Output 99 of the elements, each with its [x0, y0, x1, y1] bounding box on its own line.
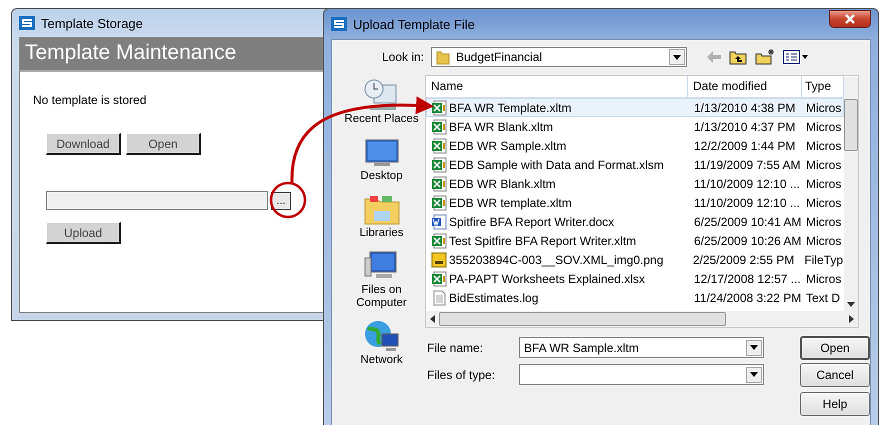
file-row[interactable]: EDB WR Sample.xltm 12/2/2009 1:44 PM Micros [426, 136, 844, 155]
caret-icon [673, 54, 681, 60]
up-folder-icon[interactable] [729, 49, 747, 65]
date-cell-text: 6/25/2009 10:26 AM [693, 234, 802, 248]
file-type-label: Files of type: [426, 368, 496, 382]
date-cell-text: 1/13/2010 4:37 PM [693, 120, 796, 134]
places-item[interactable]: Files on Computer [342, 248, 422, 310]
date-cell-text: 12/17/2008 12:57 ... [693, 272, 802, 286]
file-name: BFA WR Blank.xltm [449, 120, 554, 134]
status-text: No template is stored [33, 93, 146, 109]
file-row[interactable]: Spitfire BFA Report Writer.docx 6/25/2009 10:41 AM Micros [426, 212, 844, 231]
places-item[interactable]: Desktop [342, 134, 422, 183]
file-row[interactable]: BFA WR Blank.xltm 1/13/2010 4:37 PM Micros [426, 117, 844, 136]
view-menu-icon[interactable] [783, 50, 809, 64]
type-cell-text: Text D [805, 290, 840, 304]
spreadsheet-file-icon [431, 232, 447, 248]
file-name: 355203894C-003__SOV.XML_img0.png [449, 252, 664, 266]
upload-button[interactable]: Upload [46, 222, 121, 244]
panel-button[interactable]: Download [46, 133, 121, 155]
type-cell-text: FileTyp [803, 252, 843, 266]
scroll-left-arrow-icon[interactable] [430, 315, 435, 323]
highlight-circle [270, 182, 306, 218]
spreadsheet-file-icon [431, 176, 447, 192]
image-file-icon [431, 252, 447, 268]
file-path-field[interactable] [46, 191, 268, 210]
document-file-icon [431, 214, 447, 230]
type-cell-text: Micros [805, 234, 842, 248]
caret-icon [750, 345, 758, 350]
file-row[interactable]: EDB WR template.xltm 11/10/2009 12:10 ... Micros [426, 193, 844, 212]
file-name: Spitfire BFA Report Writer.docx [449, 214, 614, 228]
spreadsheet-file-icon [431, 156, 447, 172]
file-name: EDB WR Sample.xltm [449, 138, 566, 152]
new-folder-icon[interactable] [755, 49, 775, 65]
spreadsheet-file-icon [431, 100, 447, 116]
file-row[interactable]: Test Spitfire BFA Report Writer.xltm 6/25/2009 10:26 AM Micros [426, 231, 844, 250]
scroll-thumb[interactable] [439, 312, 726, 326]
file-name-label: File name: [426, 340, 484, 354]
dialog-button[interactable]: Help [800, 392, 870, 416]
type-cell-text: Micros [805, 120, 842, 134]
scroll-thumb[interactable] [844, 99, 858, 151]
date-cell-text: 12/2/2009 1:44 PM [693, 138, 796, 152]
spreadsheet-file-icon [431, 138, 447, 154]
file-row[interactable]: BFA WR Template.xltm 1/13/2010 4:38 PM Micros [426, 98, 844, 117]
file-row[interactable]: EDB WR Blank.xltm 11/10/2009 12:10 ... Micros [426, 174, 844, 193]
vertical-scrollbar[interactable] [844, 77, 858, 311]
panel-button[interactable]: Open [126, 133, 201, 155]
horizontal-scrollbar[interactable] [426, 311, 858, 327]
dropdown-button[interactable] [746, 340, 762, 356]
file-name: BidEstimates.log [449, 290, 538, 304]
file-name: EDB Sample with Data and Format.xlsm [449, 158, 664, 172]
dropdown-button[interactable] [669, 49, 685, 65]
dialog-button[interactable]: Open [800, 336, 870, 360]
column-header[interactable]: Name [426, 76, 688, 97]
file-name: EDB WR template.xltm [449, 196, 572, 210]
scroll-right-arrow-icon[interactable] [849, 315, 854, 323]
file-row[interactable]: BidEstimates.log 11/24/2008 3:22 PM Text D [426, 288, 844, 307]
date-cell-text: 11/24/2008 3:22 PM [693, 290, 802, 304]
caret-icon [750, 372, 758, 377]
dialog-title: Upload Template File [353, 16, 475, 32]
type-cell-text: Micros [805, 158, 842, 172]
file-name-field[interactable]: BFA WR Sample.xltm [519, 337, 764, 358]
close-icon [844, 14, 856, 24]
places-item[interactable]: Libraries [342, 191, 422, 240]
dropdown-button[interactable] [746, 366, 762, 382]
file-name: BFA WR Template.xltm [449, 100, 572, 114]
look-in-label: Look in: [380, 50, 425, 64]
logo-icon [19, 16, 35, 30]
look-in-dropdown[interactable]: BudgetFinancial [431, 47, 687, 67]
type-cell-text: Micros [805, 272, 842, 286]
date-cell-text: 11/10/2009 12:10 ... [693, 196, 801, 210]
date-cell-text: 1/13/2010 4:38 PM [693, 100, 796, 114]
type-cell-text: Micros [805, 196, 842, 210]
spreadsheet-file-icon [431, 118, 447, 134]
file-row[interactable]: 355203894C-003__SOV.XML_img0.png 2/25/2009 2:55 PM FileTyp [426, 250, 844, 269]
type-cell-text: Micros [805, 176, 842, 190]
spreadsheet-file-icon [431, 270, 447, 286]
places-item[interactable]: Recent Places [342, 77, 422, 126]
file-row[interactable]: EDB Sample with Data and Format.xlsm 11/19/2009 7:55 AM Micros [426, 155, 844, 174]
spreadsheet-file-icon [431, 194, 447, 210]
column-header[interactable]: Date modified [688, 76, 802, 97]
window-title: Template Storage [41, 16, 143, 30]
file-row[interactable]: PA-PAPT Worksheets Explained.xlsx 12/17/2008 12:57 ... Micros [426, 269, 844, 288]
date-cell-text: 11/19/2009 7:55 AM [693, 158, 802, 172]
close-button[interactable] [829, 10, 871, 28]
file-name: PA-PAPT Worksheets Explained.xlsx [449, 272, 645, 286]
dialog-button[interactable]: Cancel [800, 363, 870, 387]
date-cell-text: 2/25/2009 2:55 PM [692, 252, 796, 266]
file-name: Test Spitfire BFA Report Writer.xltm [449, 234, 636, 248]
logo-icon [331, 17, 347, 31]
date-cell-text: 6/25/2009 10:41 AM [693, 214, 802, 228]
file-name: EDB WR Blank.xltm [449, 176, 556, 190]
type-cell-text: Micros [805, 138, 842, 152]
date-cell-text: 11/10/2009 12:10 ... [693, 176, 801, 190]
places-item[interactable]: Network [342, 318, 422, 367]
scroll-down-arrow-icon[interactable] [847, 302, 855, 307]
text-file-icon [431, 290, 447, 306]
type-cell-text: Micros [805, 214, 842, 228]
folder-icon [436, 49, 450, 65]
type-cell-text: Micros [805, 100, 842, 114]
